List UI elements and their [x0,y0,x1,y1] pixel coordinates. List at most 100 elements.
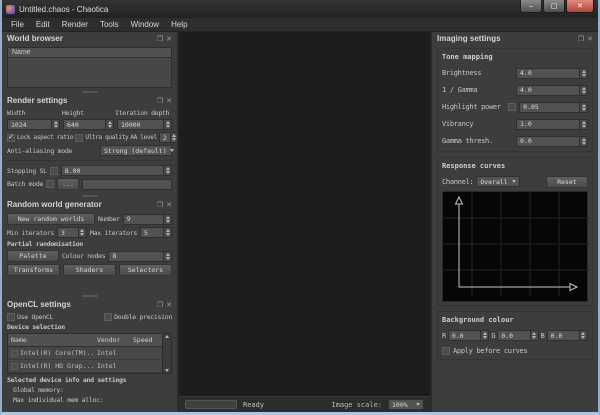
transforms-button[interactable]: Transforms [7,264,60,276]
menu-tools[interactable]: Tools [95,19,124,30]
scroll-down-icon[interactable] [165,369,169,372]
world-list-name-header[interactable]: Name [7,47,172,58]
float-panel-icon[interactable]: ❐ [157,35,163,43]
height-spinner[interactable]: 640 [63,119,114,130]
close-button[interactable]: ✕ [566,0,594,13]
min-iterators-spinner[interactable]: 3 [57,227,87,238]
vibrancy-value[interactable]: 1.0 [516,119,579,130]
spinner-arrows-icon[interactable] [579,102,588,113]
device-checkbox[interactable] [11,350,18,357]
lock-aspect-checkbox[interactable]: ✓ [7,134,15,142]
render-canvas[interactable] [179,32,430,396]
spinner-arrows-icon[interactable] [51,119,60,130]
spinner-arrows-icon[interactable] [579,85,588,96]
number-value[interactable]: 9 [123,214,163,225]
colour-nodes-spinner[interactable]: 8 [108,251,172,262]
batch-mode-checkbox[interactable] [46,180,54,188]
float-panel-icon[interactable]: ❐ [157,201,163,209]
menu-help[interactable]: Help [166,19,192,30]
batch-path-field[interactable] [82,179,172,190]
highlight-power-spinner[interactable]: 0.05 [519,102,588,113]
close-panel-icon[interactable]: ✕ [166,201,172,209]
spinner-arrows-icon[interactable] [163,251,172,262]
channel-dropdown[interactable]: Overall [476,176,520,187]
ultra-quality-checkbox[interactable] [75,134,83,142]
spinner-arrows-icon[interactable] [480,330,489,341]
close-panel-icon[interactable]: ✕ [166,35,172,43]
vibrancy-spinner[interactable]: 1.0 [516,119,588,130]
col-name[interactable]: Name [8,334,94,346]
spinner-arrows-icon[interactable] [163,214,172,225]
spinner-arrows-icon[interactable] [105,119,114,130]
stopping-sl-spinner[interactable]: 8.00 [61,165,172,176]
aa-level-value[interactable]: 2 [159,132,170,143]
spinner-arrows-icon[interactable] [579,330,588,341]
maximize-button[interactable]: ▢ [543,0,565,13]
iteration-depth-spinner[interactable]: 10000 [117,119,172,130]
spinner-arrows-icon[interactable] [170,132,177,143]
spinner-arrows-icon[interactable] [579,136,588,147]
menu-edit[interactable]: Edit [31,19,55,30]
menu-render[interactable]: Render [57,19,93,30]
device-table-header[interactable]: Name Vendor Speed [8,334,162,347]
stopping-sl-checkbox[interactable] [50,167,58,175]
world-list[interactable] [7,58,172,88]
gamma-value[interactable]: 4.0 [516,85,579,96]
selectors-button[interactable]: Selectors [119,264,172,276]
width-value[interactable]: 1024 [7,119,51,130]
spinner-arrows-icon[interactable] [163,165,172,176]
g-value[interactable]: 0.0 [497,330,529,341]
use-opencl-checkbox[interactable] [7,313,15,321]
reset-curves-button[interactable]: Reset [546,176,588,188]
shaders-button[interactable]: Shaders [63,264,116,276]
double-precision-checkbox[interactable] [104,313,112,321]
b-spinner[interactable]: 0.0 [547,330,588,341]
float-panel-icon[interactable]: ❐ [157,97,163,105]
aa-level-spinner[interactable]: 2 [159,132,177,143]
brightness-value[interactable]: 4.0 [516,68,579,79]
r-value[interactable]: 0.0 [448,330,480,341]
title-bar[interactable]: Untitled.chaos - Chaotica – ▢ ✕ [2,0,598,18]
aa-mode-dropdown[interactable]: Strong (default) [100,145,172,156]
number-spinner[interactable]: 9 [123,214,172,225]
width-spinner[interactable]: 1024 [7,119,60,130]
response-curve-editor[interactable] [442,191,588,302]
float-panel-icon[interactable]: ❐ [157,301,163,309]
col-vendor[interactable]: Vendor [94,334,130,346]
scroll-up-icon[interactable] [165,335,169,338]
max-iterators-spinner[interactable]: 5 [140,227,172,238]
close-panel-icon[interactable]: ✕ [587,35,593,43]
spinner-arrows-icon[interactable] [530,330,539,341]
highlight-power-value[interactable]: 0.05 [519,102,579,113]
brightness-spinner[interactable]: 4.0 [516,68,588,79]
minimize-button[interactable]: – [520,0,542,13]
gamma-thresh-spinner[interactable]: 0.0 [516,136,588,147]
spinner-arrows-icon[interactable] [579,119,588,130]
stopping-sl-value[interactable]: 8.00 [61,165,163,176]
max-iterators-value[interactable]: 5 [140,227,163,238]
palette-button[interactable]: Palette [7,250,59,262]
menu-window[interactable]: Window [126,19,164,30]
b-value[interactable]: 0.0 [547,330,579,341]
gamma-thresh-value[interactable]: 0.0 [516,136,579,147]
spinner-arrows-icon[interactable] [579,68,588,79]
highlight-power-checkbox[interactable] [508,103,516,111]
float-panel-icon[interactable]: ❐ [578,35,584,43]
close-panel-icon[interactable]: ✕ [166,97,172,105]
gamma-spinner[interactable]: 4.0 [516,85,588,96]
device-table-scrollbar[interactable] [162,334,171,373]
device-row[interactable]: Intel(R) HD Grap... Intel [8,360,162,373]
spinner-arrows-icon[interactable] [78,227,87,238]
height-value[interactable]: 640 [63,119,105,130]
colour-nodes-value[interactable]: 8 [108,251,163,262]
device-row[interactable]: Intel(R) Core(TM)... Intel [8,347,162,360]
new-random-worlds-button[interactable]: New random worlds [7,213,95,225]
image-scale-dropdown[interactable]: 100% [388,399,424,410]
device-checkbox[interactable] [11,363,18,370]
spinner-arrows-icon[interactable] [163,227,172,238]
spinner-arrows-icon[interactable] [163,119,172,130]
close-panel-icon[interactable]: ✕ [166,301,172,309]
apply-before-curves-checkbox[interactable] [442,347,450,355]
min-iterators-value[interactable]: 3 [57,227,78,238]
r-spinner[interactable]: 0.0 [448,330,489,341]
